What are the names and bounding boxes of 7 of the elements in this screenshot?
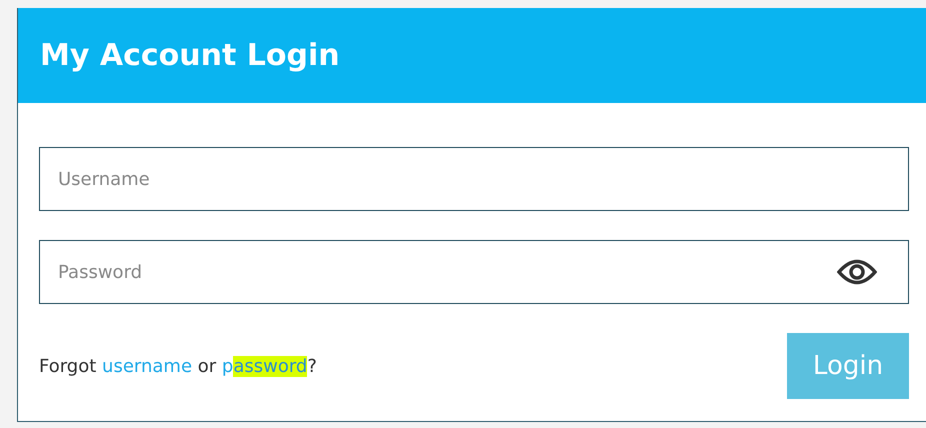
password-field[interactable]: Password <box>39 240 909 304</box>
forgot-link[interactable]: username <box>102 356 192 376</box>
eye-icon[interactable] <box>837 259 877 285</box>
login-button[interactable]: Login <box>787 333 909 399</box>
username-field[interactable]: Username <box>39 147 909 211</box>
forgot-text: Forgot username or password? <box>39 356 317 376</box>
page-title: My Account Login <box>40 38 340 73</box>
